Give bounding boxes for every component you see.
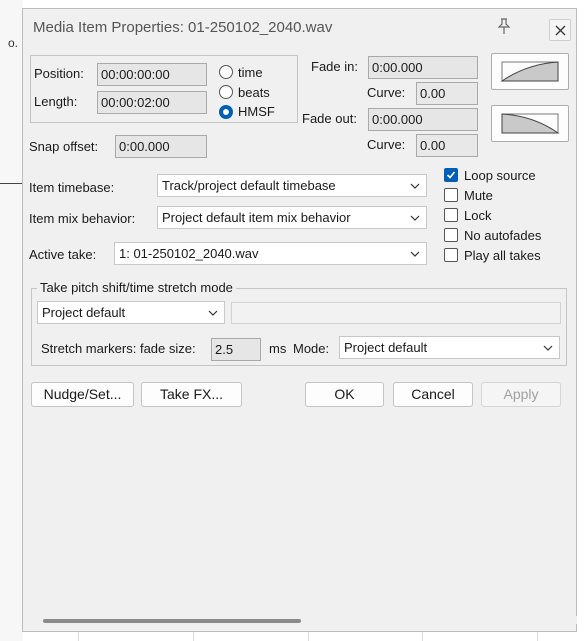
item-mix-select[interactable]: Project default item mix behavior — [157, 206, 427, 229]
chevron-down-icon — [410, 183, 420, 189]
loop-source-checkbox[interactable] — [444, 168, 458, 182]
length-field[interactable]: 00:00:02:00 — [97, 91, 207, 114]
mute-label[interactable]: Mute — [464, 188, 493, 203]
fade-out-label: Fade out: — [302, 111, 357, 126]
item-timebase-label: Item timebase: — [29, 180, 115, 195]
fade-in-curve-label: Curve: — [367, 85, 406, 100]
cancel-button[interactable]: Cancel — [393, 382, 473, 407]
lock-label[interactable]: Lock — [464, 208, 491, 223]
play-all-takes-label[interactable]: Play all takes — [464, 248, 541, 263]
item-timebase-select[interactable]: Track/project default timebase — [157, 174, 427, 197]
fade-in-curve-field[interactable]: 0.00 — [416, 82, 478, 105]
fade-in-shape-button[interactable] — [491, 53, 569, 90]
background-divider — [0, 183, 23, 184]
radio-hmsf[interactable] — [219, 105, 233, 119]
fade-out-curve-label: Curve: — [367, 137, 406, 152]
play-all-takes-checkbox[interactable] — [444, 248, 458, 262]
stretch-mode-value: Project default — [344, 340, 428, 355]
radio-hmsf-label[interactable]: HMSF — [238, 104, 275, 119]
no-autofades-checkbox[interactable] — [444, 228, 458, 242]
radio-beats-label[interactable]: beats — [238, 85, 270, 100]
active-take-label: Active take: — [29, 247, 97, 262]
horizontal-scrollbar-thumb[interactable] — [43, 619, 301, 623]
radio-time[interactable] — [219, 65, 233, 79]
ok-button[interactable]: OK — [305, 382, 384, 407]
position-label: Position: — [34, 66, 84, 81]
fade-out-shape-button[interactable] — [491, 105, 569, 142]
checkmark-icon — [446, 171, 456, 179]
position-field[interactable]: 00:00:00:00 — [97, 63, 207, 86]
active-take-value: 1: 01-250102_2040.wav — [119, 246, 259, 261]
snap-offset-label: Snap offset: — [29, 139, 99, 154]
item-timebase-value: Track/project default timebase — [162, 178, 336, 193]
fade-out-curve-icon — [501, 113, 560, 134]
item-mix-label: Item mix behavior: — [29, 211, 136, 226]
pitch-mode-value: Project default — [42, 305, 126, 320]
stretch-mode-label: Mode: — [293, 341, 330, 356]
snap-offset-field[interactable]: 0:00.000 — [115, 135, 207, 158]
apply-button: Apply — [481, 382, 561, 407]
radio-time-label[interactable]: time — [238, 65, 263, 80]
close-icon — [555, 25, 566, 36]
fade-out-curve-field[interactable]: 0.00 — [416, 134, 478, 157]
stretch-mode-select[interactable]: Project default — [339, 336, 560, 359]
background-stray-text: o. — [8, 36, 19, 50]
item-mix-value: Project default item mix behavior — [162, 210, 351, 225]
chevron-down-icon — [410, 251, 420, 257]
pitch-submode-select — [231, 302, 561, 324]
pitch-mode-select[interactable]: Project default — [37, 301, 225, 324]
title-bar[interactable]: Media Item Properties: 01-250102_2040.wa… — [23, 9, 576, 47]
mute-checkbox[interactable] — [444, 188, 458, 202]
chevron-down-icon — [543, 345, 553, 351]
loop-source-label[interactable]: Loop source — [464, 168, 536, 183]
fade-in-field[interactable]: 0:00.000 — [368, 56, 478, 79]
fade-out-field[interactable]: 0:00.000 — [368, 108, 478, 131]
lock-checkbox[interactable] — [444, 208, 458, 222]
pitch-group-title: Take pitch shift/time stretch mode — [37, 280, 236, 295]
take-fx-button[interactable]: Take FX... — [141, 382, 242, 407]
radio-beats[interactable] — [219, 85, 233, 99]
stretch-fade-label: Stretch markers: fade size: — [41, 341, 196, 356]
chevron-down-icon — [410, 215, 420, 221]
close-button[interactable] — [549, 19, 571, 41]
pin-icon[interactable] — [495, 17, 513, 35]
dialog-title: Media Item Properties: 01-250102_2040.wa… — [33, 19, 333, 36]
no-autofades-label[interactable]: No autofades — [464, 228, 541, 243]
chevron-down-icon — [208, 310, 218, 316]
fade-in-label: Fade in: — [311, 59, 358, 74]
fade-in-curve-icon — [500, 61, 559, 82]
media-item-properties-dialog: Media Item Properties: 01-250102_2040.wa… — [22, 8, 577, 632]
fade-size-field[interactable]: 2.5 — [211, 338, 261, 361]
length-label: Length: — [34, 94, 78, 109]
background-app-edge: o. — [0, 0, 23, 641]
fade-size-unit: ms — [269, 341, 287, 356]
active-take-select[interactable]: 1: 01-250102_2040.wav — [114, 242, 427, 265]
nudge-set-button[interactable]: Nudge/Set... — [31, 382, 134, 407]
